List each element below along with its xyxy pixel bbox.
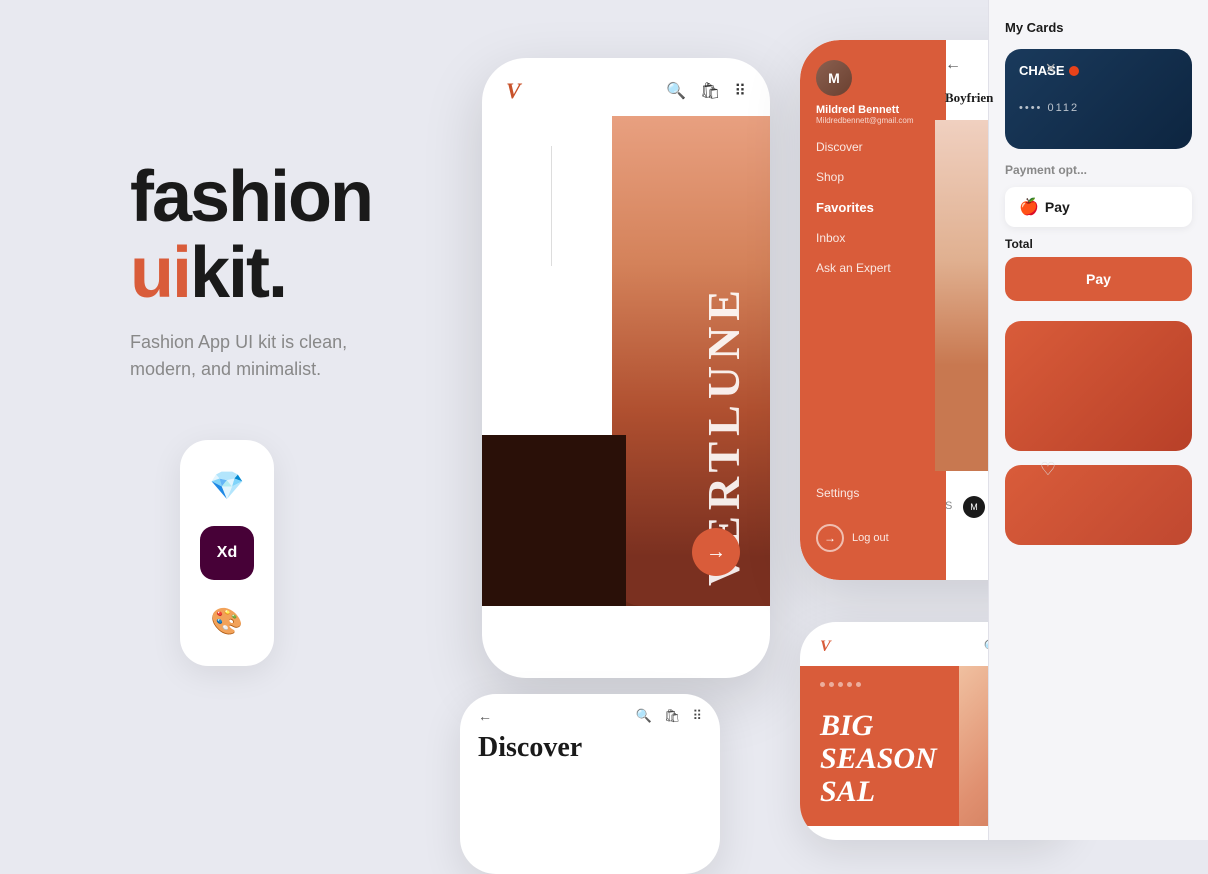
card-brand: CHASE bbox=[1019, 63, 1178, 78]
mini-menu-icon[interactable]: ⠿ bbox=[692, 708, 702, 724]
sale-dots bbox=[820, 682, 861, 687]
pay-now-label: Pay bbox=[1086, 271, 1111, 287]
payment-options-title: Payment opt... bbox=[1005, 163, 1192, 177]
user-email: Mildredbennett@gmail.com bbox=[816, 116, 930, 125]
mini-search-icon[interactable]: 🔍 bbox=[636, 708, 652, 724]
nav-item-ask-expert[interactable]: Ask an Expert bbox=[816, 261, 930, 275]
figma-icon: 🎨 bbox=[200, 594, 254, 648]
menu-settings[interactable]: Settings bbox=[800, 486, 946, 500]
adobe-xd-icon: Xd bbox=[200, 526, 254, 580]
menu-icon[interactable]: ⠿ bbox=[734, 81, 746, 101]
brand-title-fashion: fashion bbox=[130, 157, 372, 237]
mini-right-logo: V bbox=[820, 638, 831, 656]
settings-label: Settings bbox=[816, 486, 930, 500]
apple-pay-label: Pay bbox=[1045, 199, 1070, 215]
dot-5 bbox=[856, 682, 861, 687]
phone-main-header: V 🔍 🛍 ⠿ bbox=[482, 58, 770, 116]
logout-arrow-icon: → bbox=[816, 524, 844, 552]
brand-title-kit: kit. bbox=[190, 233, 286, 313]
search-icon[interactable]: 🔍 bbox=[666, 81, 686, 101]
card-number: •••• 0112 bbox=[1019, 102, 1178, 114]
nav-item-inbox[interactable]: Inbox bbox=[816, 231, 930, 245]
orange-card-1[interactable] bbox=[1005, 321, 1192, 451]
phone-main-logo: V bbox=[506, 78, 521, 104]
dot-2 bbox=[829, 682, 834, 687]
phone-main-content: VERTLUNE → bbox=[482, 116, 770, 606]
nav-item-shop[interactable]: Shop bbox=[816, 170, 930, 184]
decorative-line bbox=[551, 146, 552, 266]
avatar: M bbox=[816, 60, 852, 96]
nav-item-favorites[interactable]: Favorites bbox=[816, 200, 930, 215]
orange-card-2[interactable] bbox=[1005, 465, 1192, 545]
bag-icon[interactable]: 🛍 bbox=[700, 81, 720, 101]
next-arrow-button[interactable]: → bbox=[692, 528, 740, 576]
brand-title-ui: ui bbox=[130, 233, 190, 313]
back-icon[interactable]: ← bbox=[945, 56, 961, 74]
phone-main: V 🔍 🛍 ⠿ VERTLUNE → bbox=[482, 58, 770, 678]
mini-bag-icon[interactable]: 🛍 bbox=[664, 708, 681, 724]
brand-description: Fashion App UI kit is clean, modern, and… bbox=[130, 329, 370, 383]
pay-now-button[interactable]: Pay bbox=[1005, 257, 1192, 301]
heart-icon[interactable]: ♡ bbox=[1040, 459, 1056, 480]
discover-heading: Discover bbox=[460, 732, 720, 764]
mini-phone-header: ← 🔍 🛍 ⠿ bbox=[460, 694, 720, 732]
apple-pay-button[interactable]: 🍎 Pay bbox=[1005, 187, 1192, 227]
size-m-selected[interactable]: M bbox=[963, 496, 985, 518]
menu-user-area: M Mildred Bennett Mildredbennett@gmail.c… bbox=[800, 40, 946, 125]
user-name: Mildred Bennett bbox=[816, 104, 930, 116]
nav-item-discover[interactable]: Discover bbox=[816, 140, 930, 154]
brand-title: fashion uikit. bbox=[130, 160, 372, 311]
phone-mini-left: ← 🔍 🛍 ⠿ Discover bbox=[460, 694, 720, 874]
card-brand-dot bbox=[1069, 66, 1079, 76]
my-cards-title: My Cards bbox=[1005, 20, 1192, 35]
dot-3 bbox=[838, 682, 843, 687]
bottom-dark bbox=[482, 435, 626, 607]
credit-card[interactable]: CHASE •••• 0112 bbox=[1005, 49, 1192, 149]
sale-title: BIGSEASONSAL bbox=[820, 709, 937, 808]
card-brand-name: CHASE bbox=[1019, 63, 1065, 78]
close-icon[interactable]: × bbox=[1045, 58, 1056, 79]
apple-icon: 🍎 bbox=[1019, 197, 1039, 217]
mini-nav-icons: 🔍 🛍 ⠿ bbox=[636, 708, 702, 724]
arrow-right-icon: → bbox=[706, 541, 726, 564]
dot-4 bbox=[847, 682, 852, 687]
total-label: Total bbox=[1005, 237, 1192, 251]
menu-navigation: Discover Shop Favorites Inbox Ask an Exp… bbox=[800, 140, 946, 291]
mini-back-icon[interactable]: ← bbox=[478, 708, 492, 724]
right-panel: My Cards CHASE •••• 0112 Payment opt... … bbox=[988, 0, 1208, 840]
hero-section: fashion uikit. Fashion App UI kit is cle… bbox=[130, 160, 372, 383]
dot-1 bbox=[820, 682, 825, 687]
user-info: Mildred Bennett Mildredbennett@gmail.com bbox=[816, 104, 930, 125]
phone-main-nav-icons: 🔍 🛍 ⠿ bbox=[666, 81, 746, 101]
menu-logout[interactable]: → Log out bbox=[800, 524, 946, 552]
product-title: Boyfrien bbox=[945, 90, 993, 106]
sketch-icon: 💎 bbox=[200, 458, 254, 512]
size-s[interactable]: S bbox=[945, 500, 952, 512]
logout-label: Log out bbox=[852, 532, 889, 544]
tool-icons-panel: 💎 Xd 🎨 bbox=[180, 440, 274, 666]
